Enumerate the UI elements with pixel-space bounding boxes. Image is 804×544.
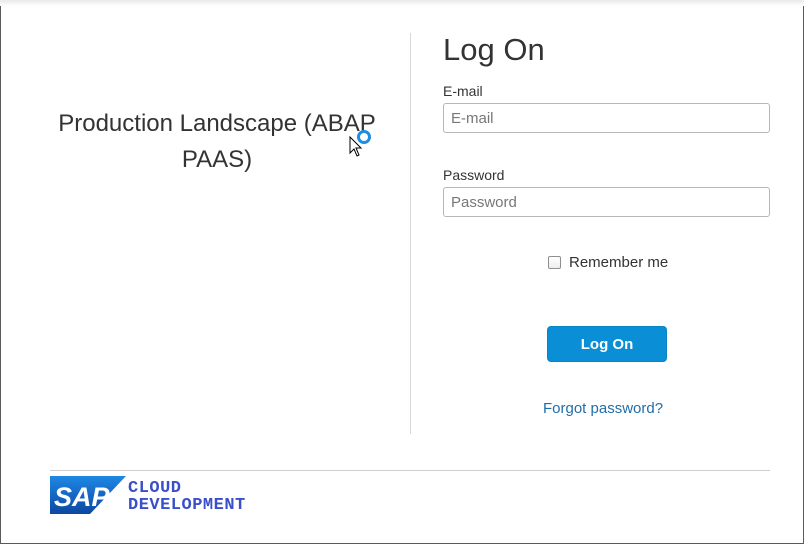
email-field[interactable] bbox=[443, 103, 770, 133]
busy-cursor-icon bbox=[349, 130, 371, 157]
top-shadow bbox=[0, 0, 804, 6]
page-frame bbox=[0, 0, 804, 544]
password-label: Password bbox=[443, 167, 505, 183]
log-on-button[interactable]: Log On bbox=[547, 326, 667, 362]
remember-me-label: Remember me bbox=[569, 253, 669, 271]
checkbox-icon[interactable] bbox=[548, 255, 561, 269]
product-line-2: DEVELOPMENT bbox=[128, 496, 246, 515]
footer-divider bbox=[50, 470, 770, 471]
password-field[interactable] bbox=[443, 187, 770, 217]
forgot-password-link[interactable]: Forgot password? bbox=[543, 400, 663, 417]
sap-logo-text: SAP bbox=[54, 482, 111, 512]
sap-cloud-development-logo: SAP CLOUD DEVELOPMENT bbox=[50, 476, 246, 515]
vertical-divider bbox=[410, 33, 411, 434]
remember-me-row[interactable]: Remember me bbox=[548, 252, 668, 272]
landscape-title: Production Landscape (ABAP PAAS) bbox=[58, 110, 376, 173]
logon-heading: Log On bbox=[443, 32, 545, 67]
email-label: E-mail bbox=[443, 83, 483, 99]
